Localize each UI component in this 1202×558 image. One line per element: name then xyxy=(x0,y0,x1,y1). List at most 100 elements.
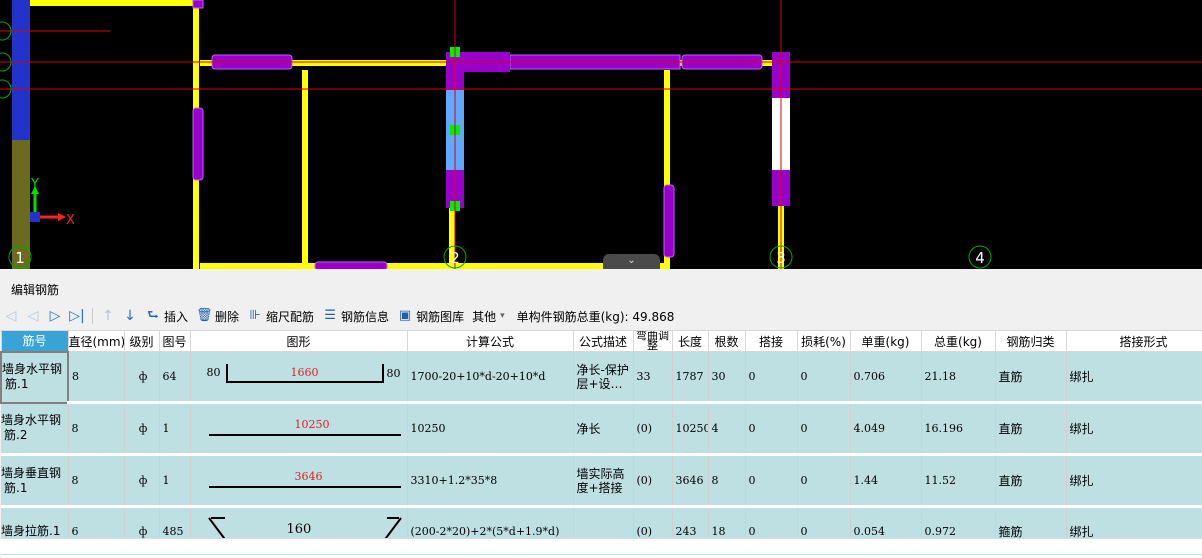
header-shape[interactable]: 图形 xyxy=(189,330,408,352)
cell-category[interactable]: 直筋 xyxy=(995,454,1067,508)
shape-mid-dim: 3646 xyxy=(294,470,323,483)
cell-length[interactable]: 10250 xyxy=(672,402,709,456)
cell-name[interactable]: 墙身水平钢筋.2 xyxy=(1,402,69,456)
first-row-button[interactable]: ◁ xyxy=(0,305,22,327)
cell-desc[interactable]: 净长-保护层+设… xyxy=(573,351,634,404)
cell-shape[interactable]: 10250 xyxy=(190,402,408,456)
table-row[interactable]: 墙身水平钢筋.1 8 ф 64 80 1660 80 1700-20+10*d-… xyxy=(0,350,1202,404)
cell-grade[interactable]: ф xyxy=(124,454,160,508)
shape-mid-dim: 160 xyxy=(286,522,312,537)
prev-row-button[interactable]: ◁ xyxy=(22,305,44,327)
dropdown-icon: ▾ xyxy=(500,311,505,321)
cell-bend[interactable]: (0) xyxy=(633,402,673,456)
drawing-canvas[interactable]: Y X 1 2 3 4 xyxy=(0,0,1202,269)
table-row[interactable]: 墙身水平钢筋.2 8 ф 1 10250 10250 净长 (0) 10250 … xyxy=(1,402,1202,456)
delete-button[interactable]: 🗑 删除 xyxy=(192,305,243,327)
cell-diameter[interactable]: 8 xyxy=(68,402,125,456)
last-row-button[interactable]: ▷| xyxy=(66,305,88,327)
shape-left-dim: 80 xyxy=(206,366,221,379)
cell-category[interactable]: 直筋 xyxy=(995,402,1067,456)
cell-lap-form[interactable]: 绑扎 xyxy=(1066,402,1202,456)
insert-icon: ⮑ xyxy=(147,308,159,323)
library-icon: ▣ xyxy=(398,308,412,323)
delete-label: 删除 xyxy=(215,309,240,324)
cell-count[interactable]: 8 xyxy=(708,454,746,508)
cell-category[interactable]: 直筋 xyxy=(995,351,1067,404)
header-count[interactable]: 根数 xyxy=(707,330,746,352)
x-axis-label: X xyxy=(66,213,75,228)
cell-total-weight[interactable]: 21.18 xyxy=(921,351,996,404)
header-loss[interactable]: 损耗(%) xyxy=(796,330,851,352)
header-lap[interactable]: 搭接 xyxy=(744,330,798,352)
cad-viewport[interactable]: Y X 1 2 3 4 ⌄ xyxy=(0,0,1202,269)
cell-loss[interactable]: 0 xyxy=(797,402,851,456)
cell-loss[interactable]: 0 xyxy=(797,351,851,404)
cell-desc[interactable]: 净长 xyxy=(573,402,634,456)
rebar-toolbar: ◁ ◁ ▷ ▷| ↑ ↓ ⮑ 插入 🗑 删除 ⊪ 缩尺配筋 ☰ 钢筋信息 ▣ 钢筋图库 其… xyxy=(0,304,1202,328)
other-label: 其他 xyxy=(472,309,497,324)
header-length[interactable]: 长度 xyxy=(671,330,709,352)
cell-unit-weight[interactable]: 4.049 xyxy=(850,402,922,456)
chevron-down-icon: ⌄ xyxy=(627,255,636,266)
y-axis-label: Y xyxy=(30,177,39,192)
cell-unit-weight[interactable]: 1.44 xyxy=(850,454,922,508)
cell-desc[interactable]: 墙实际高度+搭接 xyxy=(573,454,634,508)
header-figure-no[interactable]: 图号 xyxy=(158,330,191,352)
header-total-weight[interactable]: 总重(kg) xyxy=(920,330,996,352)
cell-bend[interactable]: (0) xyxy=(633,454,673,508)
cell-count[interactable]: 4 xyxy=(708,402,746,456)
cell-figure-no[interactable]: 1 xyxy=(159,454,191,508)
cell-lap[interactable]: 0 xyxy=(745,454,798,508)
ruler-icon: ⊪ xyxy=(249,308,261,323)
last-icon: ▷| xyxy=(69,308,85,324)
cell-bend[interactable]: 33 xyxy=(633,351,673,404)
header-grade[interactable]: 级别 xyxy=(123,330,160,352)
header-diameter[interactable]: 直径(mm) xyxy=(67,330,125,352)
cell-lap[interactable]: 0 xyxy=(745,351,798,404)
cell-name[interactable]: 墙身垂直钢筋.1 xyxy=(1,454,69,508)
cell-grade[interactable]: ф xyxy=(124,351,160,404)
cell-loss[interactable]: 0 xyxy=(797,454,851,508)
info-label: 钢筋信息 xyxy=(341,309,390,324)
cell-count[interactable]: 30 xyxy=(708,351,746,404)
arrow-up-icon: ↑ xyxy=(102,308,114,324)
cell-total-weight[interactable]: 11.52 xyxy=(921,454,996,508)
header-lap-form[interactable]: 搭接形式 xyxy=(1065,330,1202,352)
table-row[interactable]: 墙身垂直钢筋.1 8 ф 1 3646 3310+1.2*35*8 墙实际高度+… xyxy=(1,454,1202,508)
cell-formula[interactable]: 1700-20+10*d-20+10*d xyxy=(407,351,574,404)
cell-name[interactable]: 墙身水平钢筋.1 xyxy=(0,350,69,404)
first-icon: ◁ xyxy=(5,308,17,324)
cell-lap-form[interactable]: 绑扎 xyxy=(1066,454,1202,508)
cell-length[interactable]: 1787 xyxy=(672,351,709,404)
header-bend-adjust[interactable]: 弯曲调整 xyxy=(632,330,673,352)
header-category[interactable]: 钢筋归类 xyxy=(994,330,1067,352)
cell-formula[interactable]: 10250 xyxy=(407,402,574,456)
move-up-button[interactable]: ↑ xyxy=(97,305,119,327)
header-formula[interactable]: 计算公式 xyxy=(406,330,574,352)
cell-grade[interactable]: ф xyxy=(124,402,160,456)
cell-diameter[interactable]: 8 xyxy=(68,351,125,404)
cell-length[interactable]: 3646 xyxy=(672,454,709,508)
collapse-panel-tab[interactable]: ⌄ xyxy=(603,254,660,269)
cell-unit-weight[interactable]: 0.706 xyxy=(850,351,922,404)
cell-shape[interactable]: 80 1660 80 xyxy=(190,351,408,404)
cell-shape[interactable]: 3646 xyxy=(190,454,408,508)
move-down-button[interactable]: ↓ xyxy=(119,305,141,327)
insert-button[interactable]: ⮑ 插入 xyxy=(141,305,192,327)
cell-lap[interactable]: 0 xyxy=(745,402,798,456)
cell-formula[interactable]: 3310+1.2*35*8 xyxy=(407,454,574,508)
rebar-info-button[interactable]: ☰ 钢筋信息 xyxy=(318,305,393,327)
header-formula-desc[interactable]: 公式描述 xyxy=(572,330,634,352)
cell-figure-no[interactable]: 1 xyxy=(159,402,191,456)
next-row-button[interactable]: ▷ xyxy=(44,305,66,327)
header-bar-no[interactable]: 筋号 xyxy=(0,330,69,352)
cell-diameter[interactable]: 8 xyxy=(68,454,125,508)
cell-figure-no[interactable]: 64 xyxy=(159,351,191,404)
other-menu-button[interactable]: 其他 ▾ xyxy=(468,305,509,327)
shape-mid-dim: 10250 xyxy=(294,418,330,431)
cell-total-weight[interactable]: 16.196 xyxy=(921,402,996,456)
header-unit-weight[interactable]: 单重(kg) xyxy=(849,330,922,352)
scale-rebar-button[interactable]: ⊪ 缩尺配筋 xyxy=(243,305,318,327)
cell-lap-form[interactable]: 绑扎 xyxy=(1066,351,1202,404)
rebar-library-button[interactable]: ▣ 钢筋图库 xyxy=(393,305,468,327)
